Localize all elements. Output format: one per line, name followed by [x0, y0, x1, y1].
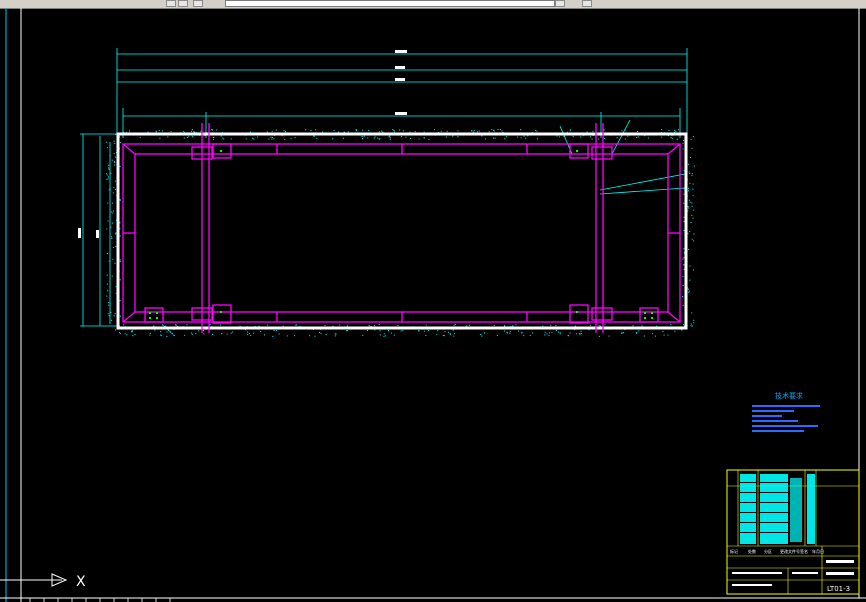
bottom-scale-ticks: [29, 598, 171, 602]
properties-icon[interactable]: [582, 0, 592, 7]
pit-outline: [116, 132, 688, 330]
drawing-canvas[interactable]: X 技术要求 标记 处数 分区 更改文件号 签名 年月日 LT01-3: [0, 8, 866, 602]
layer-dropdown[interactable]: [225, 0, 555, 7]
layer-match-icon[interactable]: [193, 0, 203, 7]
title-mark-2: 分区: [764, 548, 772, 554]
title-block: 标记 处数 分区 更改文件号 签名 年月日 LT01-3: [726, 469, 860, 595]
title-mark-0: 标记: [730, 548, 738, 554]
concrete-hatch: [106, 129, 695, 337]
title-mark-4: 签名: [800, 548, 808, 554]
layer-icon[interactable]: [166, 0, 176, 7]
anchor-bolts: [149, 150, 653, 319]
steel-frame: [122, 123, 681, 333]
title-mark-3: 更改文件号: [780, 548, 800, 554]
cad-application: X 技术要求 标记 处数 分区 更改文件号 签名 年月日 LT01-3: [0, 0, 866, 602]
layer-states-icon[interactable]: [178, 0, 188, 7]
notes-title: 技术要求: [775, 391, 803, 400]
technical-notes: 技术要求: [752, 391, 820, 432]
ucs-icon: X: [0, 573, 86, 590]
title-mark-1: 处数: [748, 548, 756, 554]
chevron-down-icon[interactable]: [555, 0, 565, 7]
crosshair-label: X: [76, 574, 86, 590]
drawing-number: LT01-3: [827, 585, 850, 593]
title-mark-5: 年月日: [812, 548, 824, 554]
